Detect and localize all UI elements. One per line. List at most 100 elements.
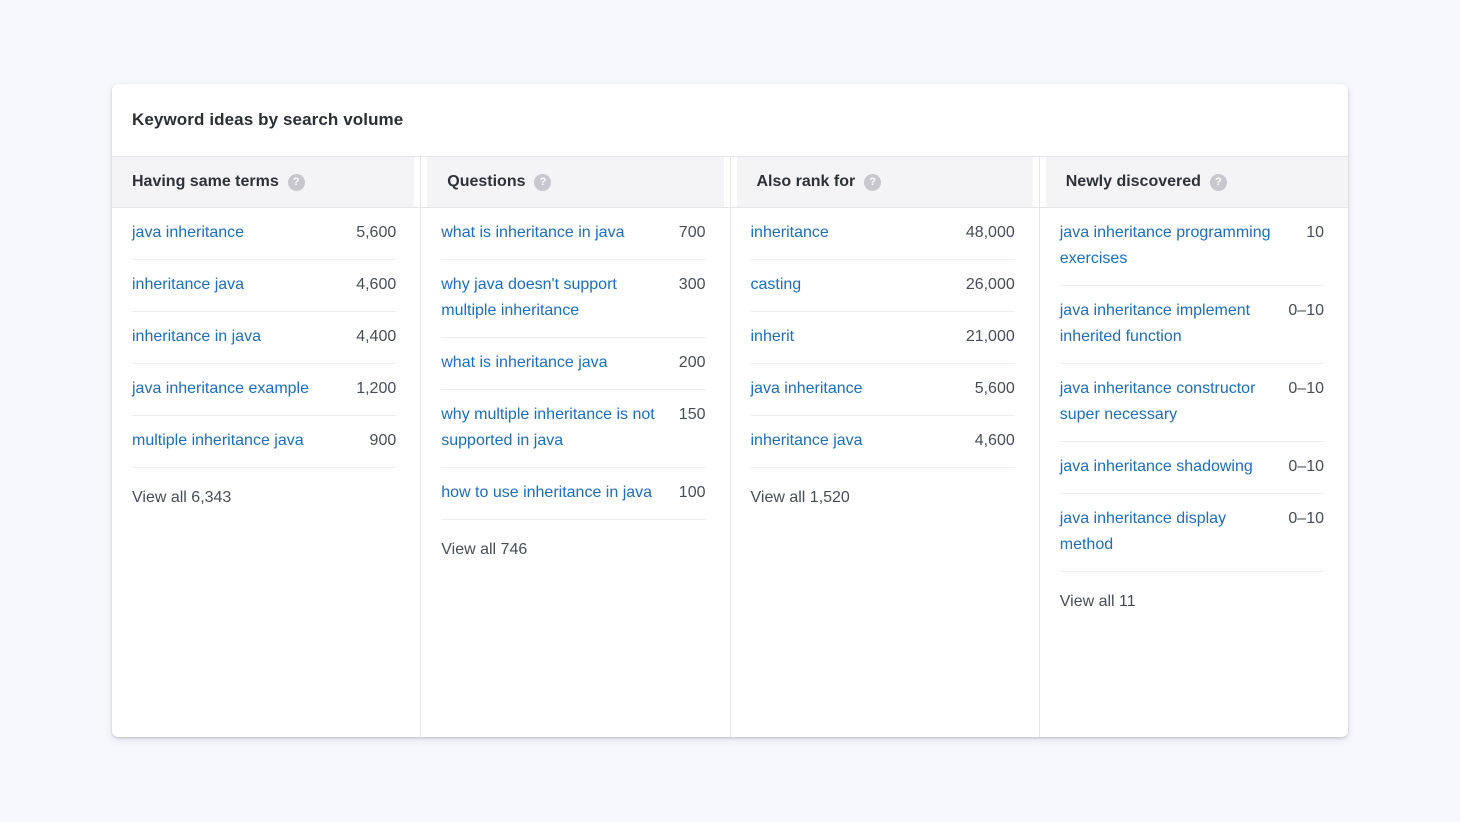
keyword-link[interactable]: inheritance	[751, 220, 829, 246]
keyword-link[interactable]: why multiple inheritance is not supporte…	[441, 402, 665, 454]
keyword-row: java inheritance example 1,200	[132, 364, 396, 416]
search-volume: 0–10	[1288, 506, 1324, 532]
keyword-link[interactable]: inheritance java	[751, 428, 863, 454]
keyword-link[interactable]: casting	[751, 272, 802, 298]
keyword-row: java inheritance implement inherited fun…	[1060, 286, 1324, 364]
keyword-row: java inheritance display method 0–10	[1060, 494, 1324, 572]
column-header: Having same terms ?	[112, 157, 414, 207]
keyword-row: why multiple inheritance is not supporte…	[441, 390, 705, 468]
search-volume: 10	[1306, 220, 1324, 246]
keyword-row: what is inheritance in java 700	[441, 208, 705, 260]
search-volume: 1,200	[356, 376, 396, 402]
keyword-row: why java doesn't support multiple inheri…	[441, 260, 705, 338]
keyword-columns: Having same terms ? java inheritance 5,6…	[112, 156, 1348, 737]
keyword-link[interactable]: java inheritance	[751, 376, 863, 402]
keyword-link[interactable]: inherit	[751, 324, 795, 350]
search-volume: 100	[679, 480, 706, 506]
column-header-band: Newly discovered ?	[1040, 156, 1348, 208]
keyword-rows: what is inheritance in java 700 why java…	[441, 208, 705, 520]
column-header: Questions ?	[427, 157, 723, 207]
search-volume: 700	[679, 220, 706, 246]
keyword-link[interactable]: why java doesn't support multiple inheri…	[441, 272, 665, 324]
keyword-link[interactable]: java inheritance constructor super neces…	[1060, 376, 1275, 428]
view-all-link[interactable]: View all 6,343	[132, 489, 231, 506]
search-volume: 0–10	[1288, 298, 1324, 324]
keyword-column-also-rank-for: Also rank for ? inheritance 48,000 casti…	[730, 156, 1039, 737]
view-all-row: View all 746	[441, 520, 705, 580]
keyword-link[interactable]: how to use inheritance in java	[441, 480, 652, 506]
keyword-row: inherit 21,000	[751, 312, 1015, 364]
search-volume: 4,600	[356, 272, 396, 298]
search-volume: 900	[370, 428, 397, 454]
search-volume: 4,400	[356, 324, 396, 350]
column-header-label: Questions	[447, 173, 525, 191]
help-icon[interactable]: ?	[864, 174, 881, 191]
keyword-row: java inheritance shadowing 0–10	[1060, 442, 1324, 494]
keyword-link[interactable]: java inheritance implement inherited fun…	[1060, 298, 1275, 350]
keyword-column-questions: Questions ? what is inheritance in java …	[420, 156, 729, 737]
column-header-label: Also rank for	[757, 173, 856, 191]
keyword-row: inheritance java 4,600	[132, 260, 396, 312]
keyword-link[interactable]: inheritance in java	[132, 324, 261, 350]
search-volume: 21,000	[966, 324, 1015, 350]
search-volume: 4,600	[975, 428, 1015, 454]
view-all-link[interactable]: View all 1,520	[751, 489, 850, 506]
keyword-link[interactable]: java inheritance shadowing	[1060, 454, 1253, 480]
keyword-row: inheritance 48,000	[751, 208, 1015, 260]
column-header-band: Questions ?	[421, 156, 729, 208]
page-background: Keyword ideas by search volume Having sa…	[0, 0, 1460, 822]
view-all-row: View all 6,343	[132, 468, 396, 528]
keyword-row: inheritance in java 4,400	[132, 312, 396, 364]
column-body: java inheritance 5,600 inheritance java …	[112, 208, 420, 737]
card-title-row: Keyword ideas by search volume	[112, 84, 1348, 156]
column-body: java inheritance programming exercises 1…	[1040, 208, 1348, 737]
column-body: inheritance 48,000 casting 26,000 inheri…	[731, 208, 1039, 737]
column-header: Newly discovered ?	[1046, 157, 1348, 207]
keyword-row: inheritance java 4,600	[751, 416, 1015, 468]
search-volume: 150	[679, 402, 706, 428]
column-header-label: Newly discovered	[1066, 173, 1201, 191]
keyword-row: how to use inheritance in java 100	[441, 468, 705, 520]
keyword-link[interactable]: what is inheritance java	[441, 350, 607, 376]
keyword-link[interactable]: java inheritance	[132, 220, 244, 246]
view-all-link[interactable]: View all 11	[1060, 593, 1136, 610]
keyword-rows: inheritance 48,000 casting 26,000 inheri…	[751, 208, 1015, 468]
keyword-ideas-card: Keyword ideas by search volume Having sa…	[112, 84, 1348, 737]
column-header-band: Also rank for ?	[731, 156, 1039, 208]
keyword-row: casting 26,000	[751, 260, 1015, 312]
keyword-row: java inheritance programming exercises 1…	[1060, 208, 1324, 286]
keyword-row: what is inheritance java 200	[441, 338, 705, 390]
keyword-column-newly-discovered: Newly discovered ? java inheritance prog…	[1039, 156, 1348, 737]
keyword-row: java inheritance constructor super neces…	[1060, 364, 1324, 442]
help-icon[interactable]: ?	[1210, 174, 1227, 191]
column-header-label: Having same terms	[132, 173, 279, 191]
view-all-row: View all 11	[1060, 572, 1324, 632]
search-volume: 5,600	[356, 220, 396, 246]
search-volume: 0–10	[1288, 454, 1324, 480]
search-volume: 5,600	[975, 376, 1015, 402]
search-volume: 48,000	[966, 220, 1015, 246]
search-volume: 200	[679, 350, 706, 376]
help-icon[interactable]: ?	[288, 174, 305, 191]
keyword-row: java inheritance 5,600	[132, 208, 396, 260]
keyword-link[interactable]: java inheritance example	[132, 376, 309, 402]
keyword-link[interactable]: java inheritance programming exercises	[1060, 220, 1292, 272]
search-volume: 0–10	[1288, 376, 1324, 402]
keyword-link[interactable]: java inheritance display method	[1060, 506, 1275, 558]
column-header: Also rank for ?	[737, 157, 1033, 207]
search-volume: 300	[679, 272, 706, 298]
keyword-rows: java inheritance 5,600 inheritance java …	[132, 208, 396, 468]
search-volume: 26,000	[966, 272, 1015, 298]
column-body: what is inheritance in java 700 why java…	[421, 208, 729, 737]
page-title: Keyword ideas by search volume	[132, 110, 403, 130]
keyword-row: multiple inheritance java 900	[132, 416, 396, 468]
keyword-row: java inheritance 5,600	[751, 364, 1015, 416]
keyword-link[interactable]: inheritance java	[132, 272, 244, 298]
view-all-link[interactable]: View all 746	[441, 541, 527, 558]
keyword-link[interactable]: multiple inheritance java	[132, 428, 304, 454]
keyword-link[interactable]: what is inheritance in java	[441, 220, 624, 246]
keyword-column-having-same-terms: Having same terms ? java inheritance 5,6…	[112, 156, 420, 737]
help-icon[interactable]: ?	[534, 174, 551, 191]
keyword-rows: java inheritance programming exercises 1…	[1060, 208, 1324, 572]
view-all-row: View all 1,520	[751, 468, 1015, 528]
